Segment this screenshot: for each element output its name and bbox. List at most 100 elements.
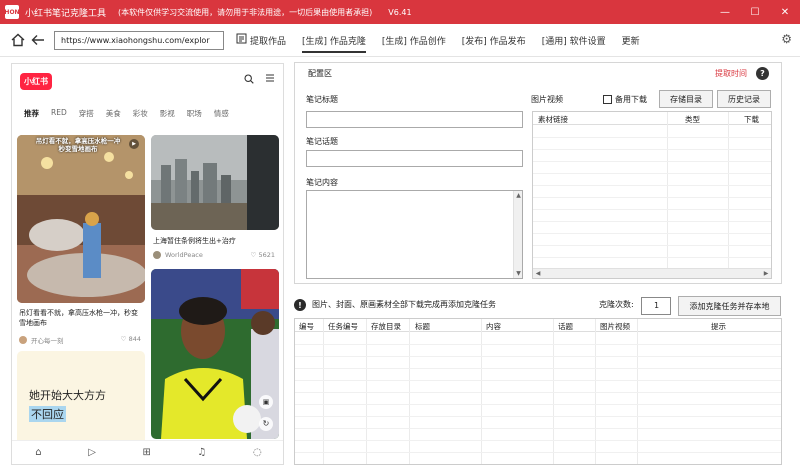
- card-caption: 吊灯看看不就，拿高压水枪一冲，秒变雪地画布: [19, 309, 138, 327]
- storage-dir-button[interactable]: 存储目录: [659, 90, 713, 108]
- scroll-down-icon[interactable]: ▼: [514, 269, 523, 278]
- card-likes: ♡ 844: [120, 335, 141, 343]
- feed-card[interactable]: 吊灯看不就，拿高压水枪一冲 秒变雪地画布 ▶ 吊灯看看不就，拿高压水枪一冲，秒变…: [17, 135, 145, 345]
- column-header: 编号: [299, 322, 314, 331]
- close-button[interactable]: ✕: [770, 0, 800, 24]
- tab-create-label: [生成] 作品创作: [381, 36, 446, 47]
- row-divider: [533, 173, 771, 174]
- card-overlay-text: 吊灯看不就，拿高压水枪一冲 秒变雪地画布: [35, 137, 121, 153]
- tab-settings-label: [通用] 软件设置: [541, 36, 606, 47]
- add-post-icon[interactable]: ⊞: [142, 447, 150, 458]
- note-content-label: 笔记内容: [306, 178, 338, 187]
- column-header: 下载: [744, 115, 759, 124]
- tab-clone[interactable]: [生成] 作品克隆: [302, 24, 366, 57]
- search-icon[interactable]: [244, 74, 254, 87]
- title-bar: HON 小红书笔记克隆工具 (本软件仅供学习交流使用，请勿用于非法用途，一切后果…: [0, 0, 800, 24]
- media-table: 素材链接 类型 下载 ◀ ▶: [532, 111, 772, 279]
- row-divider: [295, 356, 781, 357]
- category-tab[interactable]: 情感: [214, 108, 229, 124]
- clone-count-input[interactable]: 1: [641, 297, 671, 315]
- menu-icon[interactable]: [265, 73, 275, 86]
- feed-card[interactable]: 上海暂住条例将生出+治疗 WorldPeace ♡ 5621: [151, 135, 279, 263]
- app-version: V6.41: [388, 7, 412, 17]
- row-divider: [295, 416, 781, 417]
- category-tab[interactable]: RED: [51, 108, 67, 124]
- avatar: [153, 251, 161, 259]
- column-header: 存放目录: [371, 322, 401, 331]
- video-icon[interactable]: ▷: [88, 447, 96, 458]
- task-table: 编号 任务编号 存放目录 标题 内容 话题 图片视频 提示: [294, 318, 782, 465]
- avatar: [19, 336, 27, 344]
- row-divider: [533, 149, 771, 150]
- refresh-icon[interactable]: ↻: [259, 417, 273, 431]
- vertical-scrollbar[interactable]: ▲ ▼: [513, 191, 522, 278]
- row-divider: [533, 245, 771, 246]
- horizontal-scrollbar[interactable]: ◀ ▶: [533, 268, 771, 278]
- bell-icon[interactable]: ♫: [197, 447, 206, 458]
- card-text-highlight: 不回应: [29, 406, 66, 422]
- minimize-button[interactable]: —: [710, 0, 740, 24]
- help-icon[interactable]: ?: [756, 67, 769, 80]
- gear-icon[interactable]: ⚙: [781, 32, 792, 46]
- category-tab[interactable]: 彩妆: [133, 108, 148, 124]
- add-clone-task-button[interactable]: 添加克隆任务并存本地: [678, 296, 781, 316]
- tab-extract-label: 提取作品: [250, 36, 287, 47]
- row-divider: [533, 197, 771, 198]
- url-input[interactable]: https://www.xiaohongshu.com/explor: [54, 30, 224, 50]
- history-button[interactable]: 历史记录: [717, 90, 771, 108]
- home-icon[interactable]: [10, 32, 26, 48]
- category-tab[interactable]: 美食: [106, 108, 121, 124]
- back-arrow-icon[interactable]: [30, 32, 46, 48]
- image-icon[interactable]: ▣: [259, 395, 273, 409]
- card-author-name: WorldPeace: [165, 251, 203, 259]
- category-tab[interactable]: 穿搭: [79, 108, 94, 124]
- task-info-text: 图片、封面、原画素材全部下载完成再添加克隆任务: [312, 300, 496, 309]
- row-divider: [533, 221, 771, 222]
- tab-extract[interactable]: 提取作品: [236, 24, 286, 57]
- card-caption: 上海暂住条例将生出+治疗: [153, 237, 236, 245]
- row-divider: [295, 404, 781, 405]
- tab-settings[interactable]: [通用] 软件设置: [542, 24, 606, 57]
- tab-publish[interactable]: [发布] 作品发布: [462, 24, 526, 57]
- card-image: ▣ ↻: [151, 269, 279, 439]
- tab-update-label: 更新: [621, 36, 640, 47]
- category-tab[interactable]: 影视: [160, 108, 175, 124]
- tab-update[interactable]: 更新: [622, 24, 640, 57]
- feed-card[interactable]: ▣ ↻: [151, 269, 279, 464]
- clone-count-label: 克隆次数:: [599, 300, 634, 309]
- task-bar: ! 图片、封面、原画素材全部下载完成再添加克隆任务 克隆次数: 1 添加克隆任务…: [294, 295, 782, 317]
- feed: 吊灯看不就，拿高压水枪一冲 秒变雪地画布 ▶ 吊灯看看不就，拿高压水枪一冲，秒变…: [17, 135, 280, 464]
- category-tab[interactable]: 推荐: [24, 108, 39, 124]
- column-header: 内容: [486, 322, 501, 331]
- xhs-logo: 小红书: [20, 73, 52, 90]
- extract-time-link[interactable]: 提取时间: [715, 68, 747, 79]
- scroll-left-icon[interactable]: ◀: [533, 269, 543, 278]
- note-title-input[interactable]: [306, 111, 523, 128]
- row-divider: [295, 392, 781, 393]
- maximize-button[interactable]: ☐: [740, 0, 770, 24]
- scroll-up-icon[interactable]: ▲: [514, 191, 523, 200]
- card-author: 开心每一刻: [19, 335, 64, 345]
- phone-header: 小红书: [12, 64, 283, 100]
- category-tab[interactable]: 职场: [187, 108, 202, 124]
- row-divider: [295, 380, 781, 381]
- backup-download-label: 备用下载: [615, 95, 647, 104]
- note-content-textarea[interactable]: ▲ ▼: [306, 190, 523, 279]
- row-divider: [533, 233, 771, 234]
- row-divider: [533, 137, 771, 138]
- card-image: 吊灯看不就，拿高压水枪一冲 秒变雪地画布 ▶: [17, 135, 145, 303]
- home-icon[interactable]: ⌂: [35, 447, 41, 458]
- message-icon[interactable]: ◌: [253, 447, 262, 458]
- scroll-right-icon[interactable]: ▶: [761, 269, 771, 278]
- backup-download-checkbox[interactable]: 备用下载: [603, 94, 647, 105]
- category-tabs: 推荐 RED 穿搭 美食 彩妆 影视 职场 情感: [12, 108, 283, 124]
- checkbox-box[interactable]: [603, 95, 612, 104]
- column-header: 类型: [685, 115, 700, 124]
- column-header: 任务编号: [328, 322, 358, 331]
- note-title-label: 笔记标题: [306, 95, 338, 104]
- app-icon: HON: [4, 5, 20, 19]
- tab-create[interactable]: [生成] 作品创作: [382, 24, 446, 57]
- note-topic-input[interactable]: [306, 150, 523, 167]
- phone-bottom-nav: ⌂ ▷ ⊞ ♫ ◌: [12, 440, 283, 464]
- extract-icon: [236, 33, 247, 47]
